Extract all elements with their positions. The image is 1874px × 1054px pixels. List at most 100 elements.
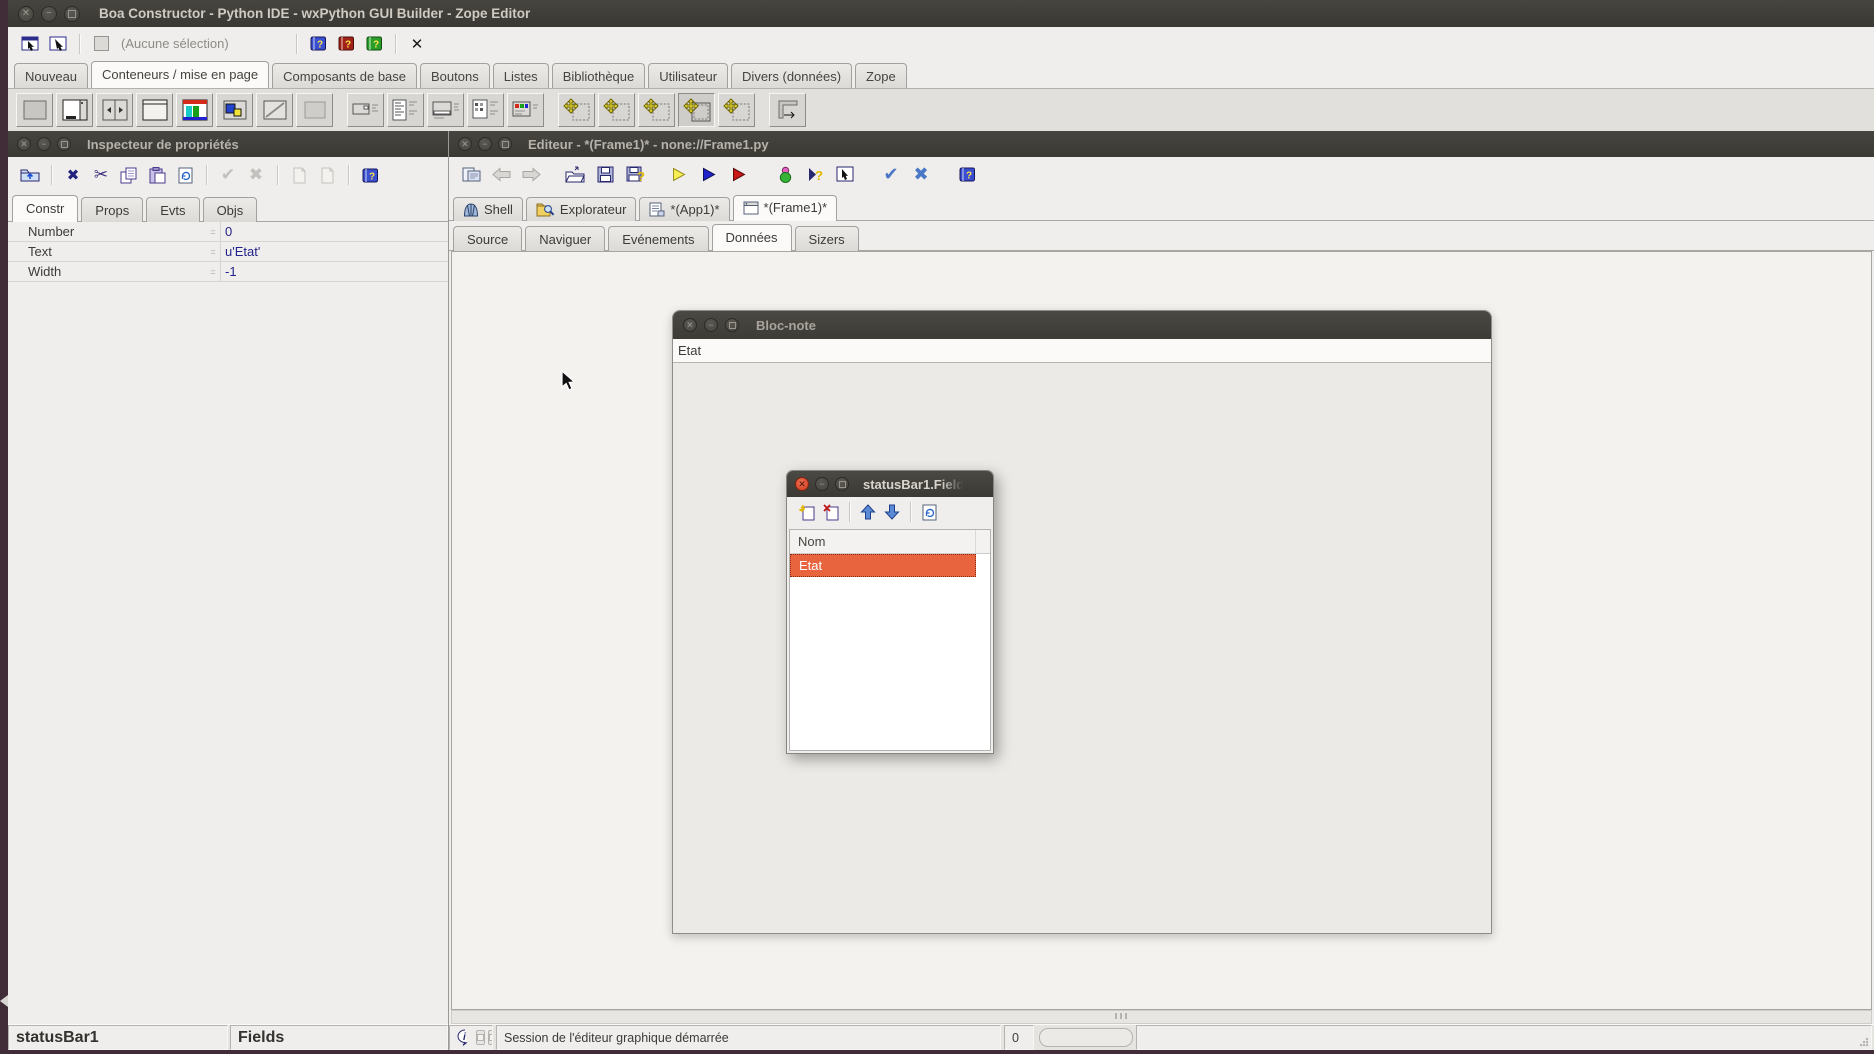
move-up-button[interactable] <box>856 500 880 524</box>
resize-grip[interactable] <box>1859 1037 1869 1047</box>
property-row[interactable]: Text = u'Etat' <box>8 242 448 262</box>
recycle-page-button[interactable] <box>171 161 199 189</box>
debugger-button[interactable] <box>771 160 799 188</box>
minimize-icon[interactable]: − <box>815 477 829 491</box>
delete-item-button[interactable]: ✖ <box>59 161 87 189</box>
tab-nouveau[interactable]: Nouveau <box>14 63 88 88</box>
palette-box-sizer-button[interactable] <box>638 93 675 127</box>
palette-panel-button[interactable] <box>16 93 53 127</box>
cancel-button[interactable]: ✖ <box>907 160 935 188</box>
minimize-icon[interactable]: − <box>478 137 492 151</box>
mini-window-button[interactable] <box>476 1030 485 1045</box>
palette-splitter-window-button[interactable] <box>96 93 133 127</box>
property-value[interactable]: 0 <box>220 222 448 241</box>
tab-app1[interactable]: *(App1)* <box>639 197 729 221</box>
maximize-icon[interactable] <box>835 477 849 491</box>
palette-static-frame-button[interactable] <box>136 93 173 127</box>
palette-color-cells-button[interactable] <box>507 93 544 127</box>
tab-frame1[interactable]: *(Frame1)* <box>733 195 838 221</box>
copy-button[interactable] <box>115 161 143 189</box>
selection-checkbox[interactable] <box>87 30 115 58</box>
designer-window-button[interactable] <box>44 30 72 58</box>
designed-statusbar-field[interactable]: Etat <box>673 339 1491 363</box>
palette-grid-window-button[interactable] <box>467 93 504 127</box>
tab-composants[interactable]: Composants de base <box>272 63 417 88</box>
field-list-item[interactable]: Etat <box>790 554 976 577</box>
inspector-tab-evts[interactable]: Evts <box>146 197 199 222</box>
help-book-red-button[interactable]: ? <box>332 30 360 58</box>
name-parent-button[interactable] <box>16 161 44 189</box>
palette-list-window-button[interactable] <box>387 93 424 127</box>
subtab-source[interactable]: Source <box>453 226 522 251</box>
tab-zope[interactable]: Zope <box>855 63 907 88</box>
tab-boutons[interactable]: Boutons <box>420 63 490 88</box>
palette-notebook-button[interactable] <box>56 93 93 127</box>
property-splitter-handle[interactable]: = <box>206 267 220 277</box>
new-field-button[interactable] <box>795 500 819 524</box>
palette-notebook-colored-button[interactable] <box>176 93 213 127</box>
print-pages-button[interactable] <box>457 160 485 188</box>
mini-window-button[interactable] <box>488 1030 493 1045</box>
help-book-blue-button[interactable]: ? <box>304 30 332 58</box>
tab-shell[interactable]: Shell <box>453 197 523 221</box>
column-header-nom[interactable]: Nom <box>790 530 976 553</box>
run-module-button[interactable] <box>665 160 693 188</box>
palette-grid-sizer-button[interactable] <box>558 93 595 127</box>
property-row[interactable]: Number = 0 <box>8 222 448 242</box>
open-button[interactable] <box>561 160 589 188</box>
property-row[interactable]: Width = -1 <box>8 262 448 282</box>
palette-spacer-sizer-button[interactable] <box>718 93 755 127</box>
property-value[interactable]: -1 <box>220 262 448 281</box>
subtab-evenements[interactable]: Evénements <box>608 226 708 251</box>
tab-utilisateur[interactable]: Utilisateur <box>648 63 728 88</box>
close-icon[interactable]: ✕ <box>18 6 34 22</box>
close-selection-button[interactable]: ✕ <box>403 30 431 58</box>
inspector-window-button[interactable] <box>16 30 44 58</box>
tab-conteneurs[interactable]: Conteneurs / mise en page <box>91 61 269 88</box>
palette-static-box-sizer-button[interactable] <box>678 93 715 127</box>
subtab-donnees[interactable]: Données <box>712 224 792 251</box>
save-button[interactable] <box>591 160 619 188</box>
subtab-sizers[interactable]: Sizers <box>795 226 859 251</box>
close-icon[interactable]: ✕ <box>795 477 809 491</box>
palette-spacer-button[interactable] <box>769 93 806 127</box>
inspector-help-button[interactable]: ? <box>356 161 384 189</box>
run-app-button[interactable] <box>695 160 723 188</box>
save-as-help-button[interactable]: ? <box>621 160 649 188</box>
inspect-frame-button[interactable] <box>831 160 859 188</box>
paste-button[interactable] <box>143 161 171 189</box>
subtab-naviguer[interactable]: Naviguer <box>525 226 605 251</box>
close-icon[interactable]: ✕ <box>458 137 472 151</box>
delete-field-button[interactable] <box>819 500 843 524</box>
palette-image-window-button[interactable] <box>216 93 253 127</box>
inspector-tab-objs[interactable]: Objs <box>203 197 258 222</box>
post-fields-button[interactable] <box>917 500 941 524</box>
statusbar-fields-dialog[interactable]: ✕ − statusBar1.Field <box>786 470 994 754</box>
confirm-button[interactable]: ✔ <box>877 160 905 188</box>
palette-panel-plain-button[interactable] <box>296 93 333 127</box>
editor-help-button[interactable]: ? <box>953 160 981 188</box>
minimize-icon[interactable]: − <box>41 6 57 22</box>
palette-flex-grid-sizer-button[interactable] <box>598 93 635 127</box>
cut-button[interactable]: ✂ <box>87 161 115 189</box>
property-splitter-handle[interactable]: = <box>206 247 220 257</box>
designer-sash[interactable] <box>451 1010 1872 1024</box>
tab-bibliotheque[interactable]: Bibliothèque <box>552 63 646 88</box>
tab-divers[interactable]: Divers (données) <box>731 63 852 88</box>
tab-listes[interactable]: Listes <box>493 63 549 88</box>
close-icon[interactable]: ✕ <box>17 137 31 151</box>
maximize-icon[interactable] <box>64 6 80 22</box>
palette-status-window-button[interactable] <box>427 93 464 127</box>
tab-explorateur[interactable]: Explorateur <box>526 197 636 221</box>
property-value[interactable]: u'Etat' <box>220 242 448 261</box>
move-down-button[interactable] <box>880 500 904 524</box>
debug-run-button[interactable] <box>725 160 753 188</box>
designer-surface[interactable]: ✕ − Bloc-note Etat ✕ − statusBar1.Field <box>451 251 1872 1010</box>
inspector-tab-constr[interactable]: Constr <box>12 195 78 222</box>
property-splitter-handle[interactable]: = <box>206 227 220 237</box>
help-book-green-button[interactable]: ? <box>360 30 388 58</box>
maximize-icon[interactable] <box>57 137 71 151</box>
context-help-button[interactable]: ? <box>801 160 829 188</box>
sash-grip[interactable] <box>1115 1013 1129 1019</box>
palette-scrolled-window-button[interactable] <box>256 93 293 127</box>
